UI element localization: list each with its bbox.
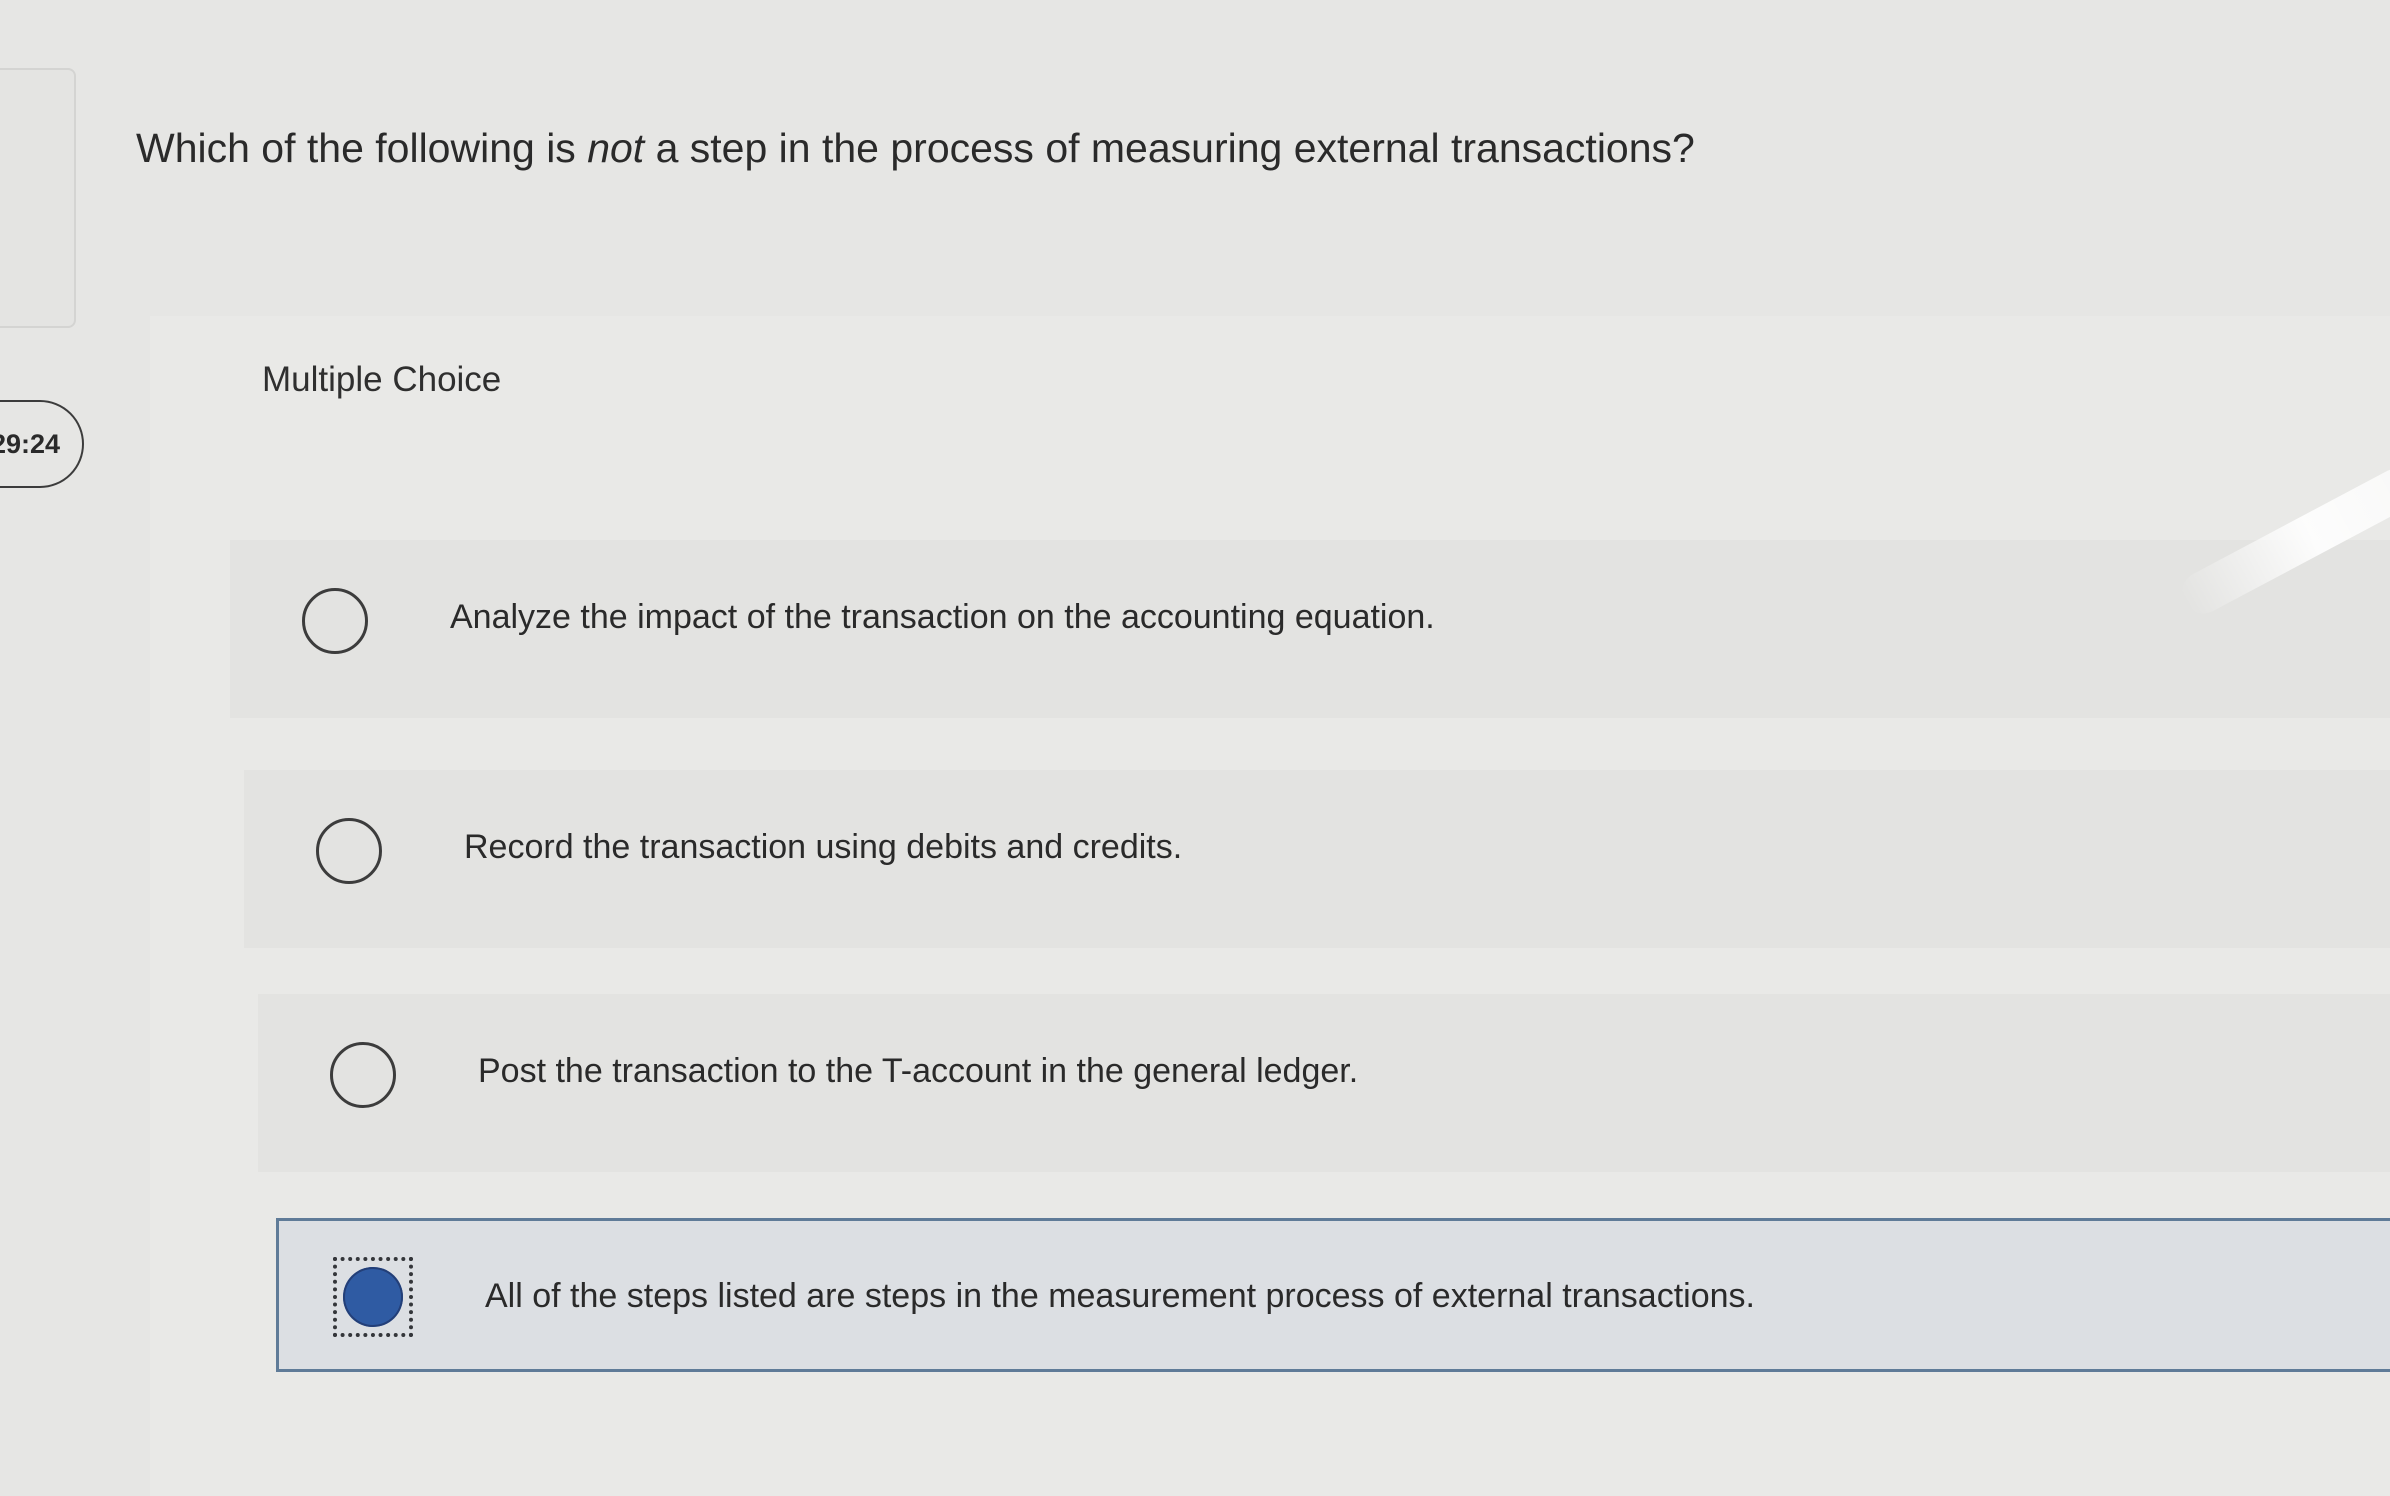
answer-option-3[interactable]: Post the transaction to the T-account in… [258,994,2390,1172]
radio-button-unselected[interactable] [316,818,382,884]
timer-value: 29:24 [0,428,60,459]
timer-badge[interactable]: 29:24 [0,400,84,488]
radio-button-selected[interactable] [343,1267,403,1327]
answer-option-2[interactable]: Record the transaction using debits and … [244,770,2390,948]
answer-option-text[interactable]: All of the steps listed are steps in the… [485,1277,1755,1316]
answer-option-text[interactable]: Post the transaction to the T-account in… [478,1052,1358,1091]
question-text-after: a step in the process of measuring exter… [644,125,1695,171]
answer-option-1[interactable]: Analyze the impact of the transaction on… [230,540,2390,718]
multiple-choice-label: Multiple Choice [262,360,502,399]
answer-option-text[interactable]: Record the transaction using debits and … [464,828,1182,867]
radio-button-focus-outline[interactable] [333,1257,413,1337]
radio-button-unselected[interactable] [302,588,368,654]
question-emphasis: not [587,125,645,171]
answer-option-text[interactable]: Analyze the impact of the transaction on… [450,598,1435,637]
answer-option-4-selected[interactable]: All of the steps listed are steps in the… [276,1218,2390,1372]
radio-button-unselected[interactable] [330,1042,396,1108]
question-text: Which of the following is not a step in … [136,118,1836,178]
sidebar-card [0,68,76,328]
question-text-before: Which of the following is [136,125,588,171]
